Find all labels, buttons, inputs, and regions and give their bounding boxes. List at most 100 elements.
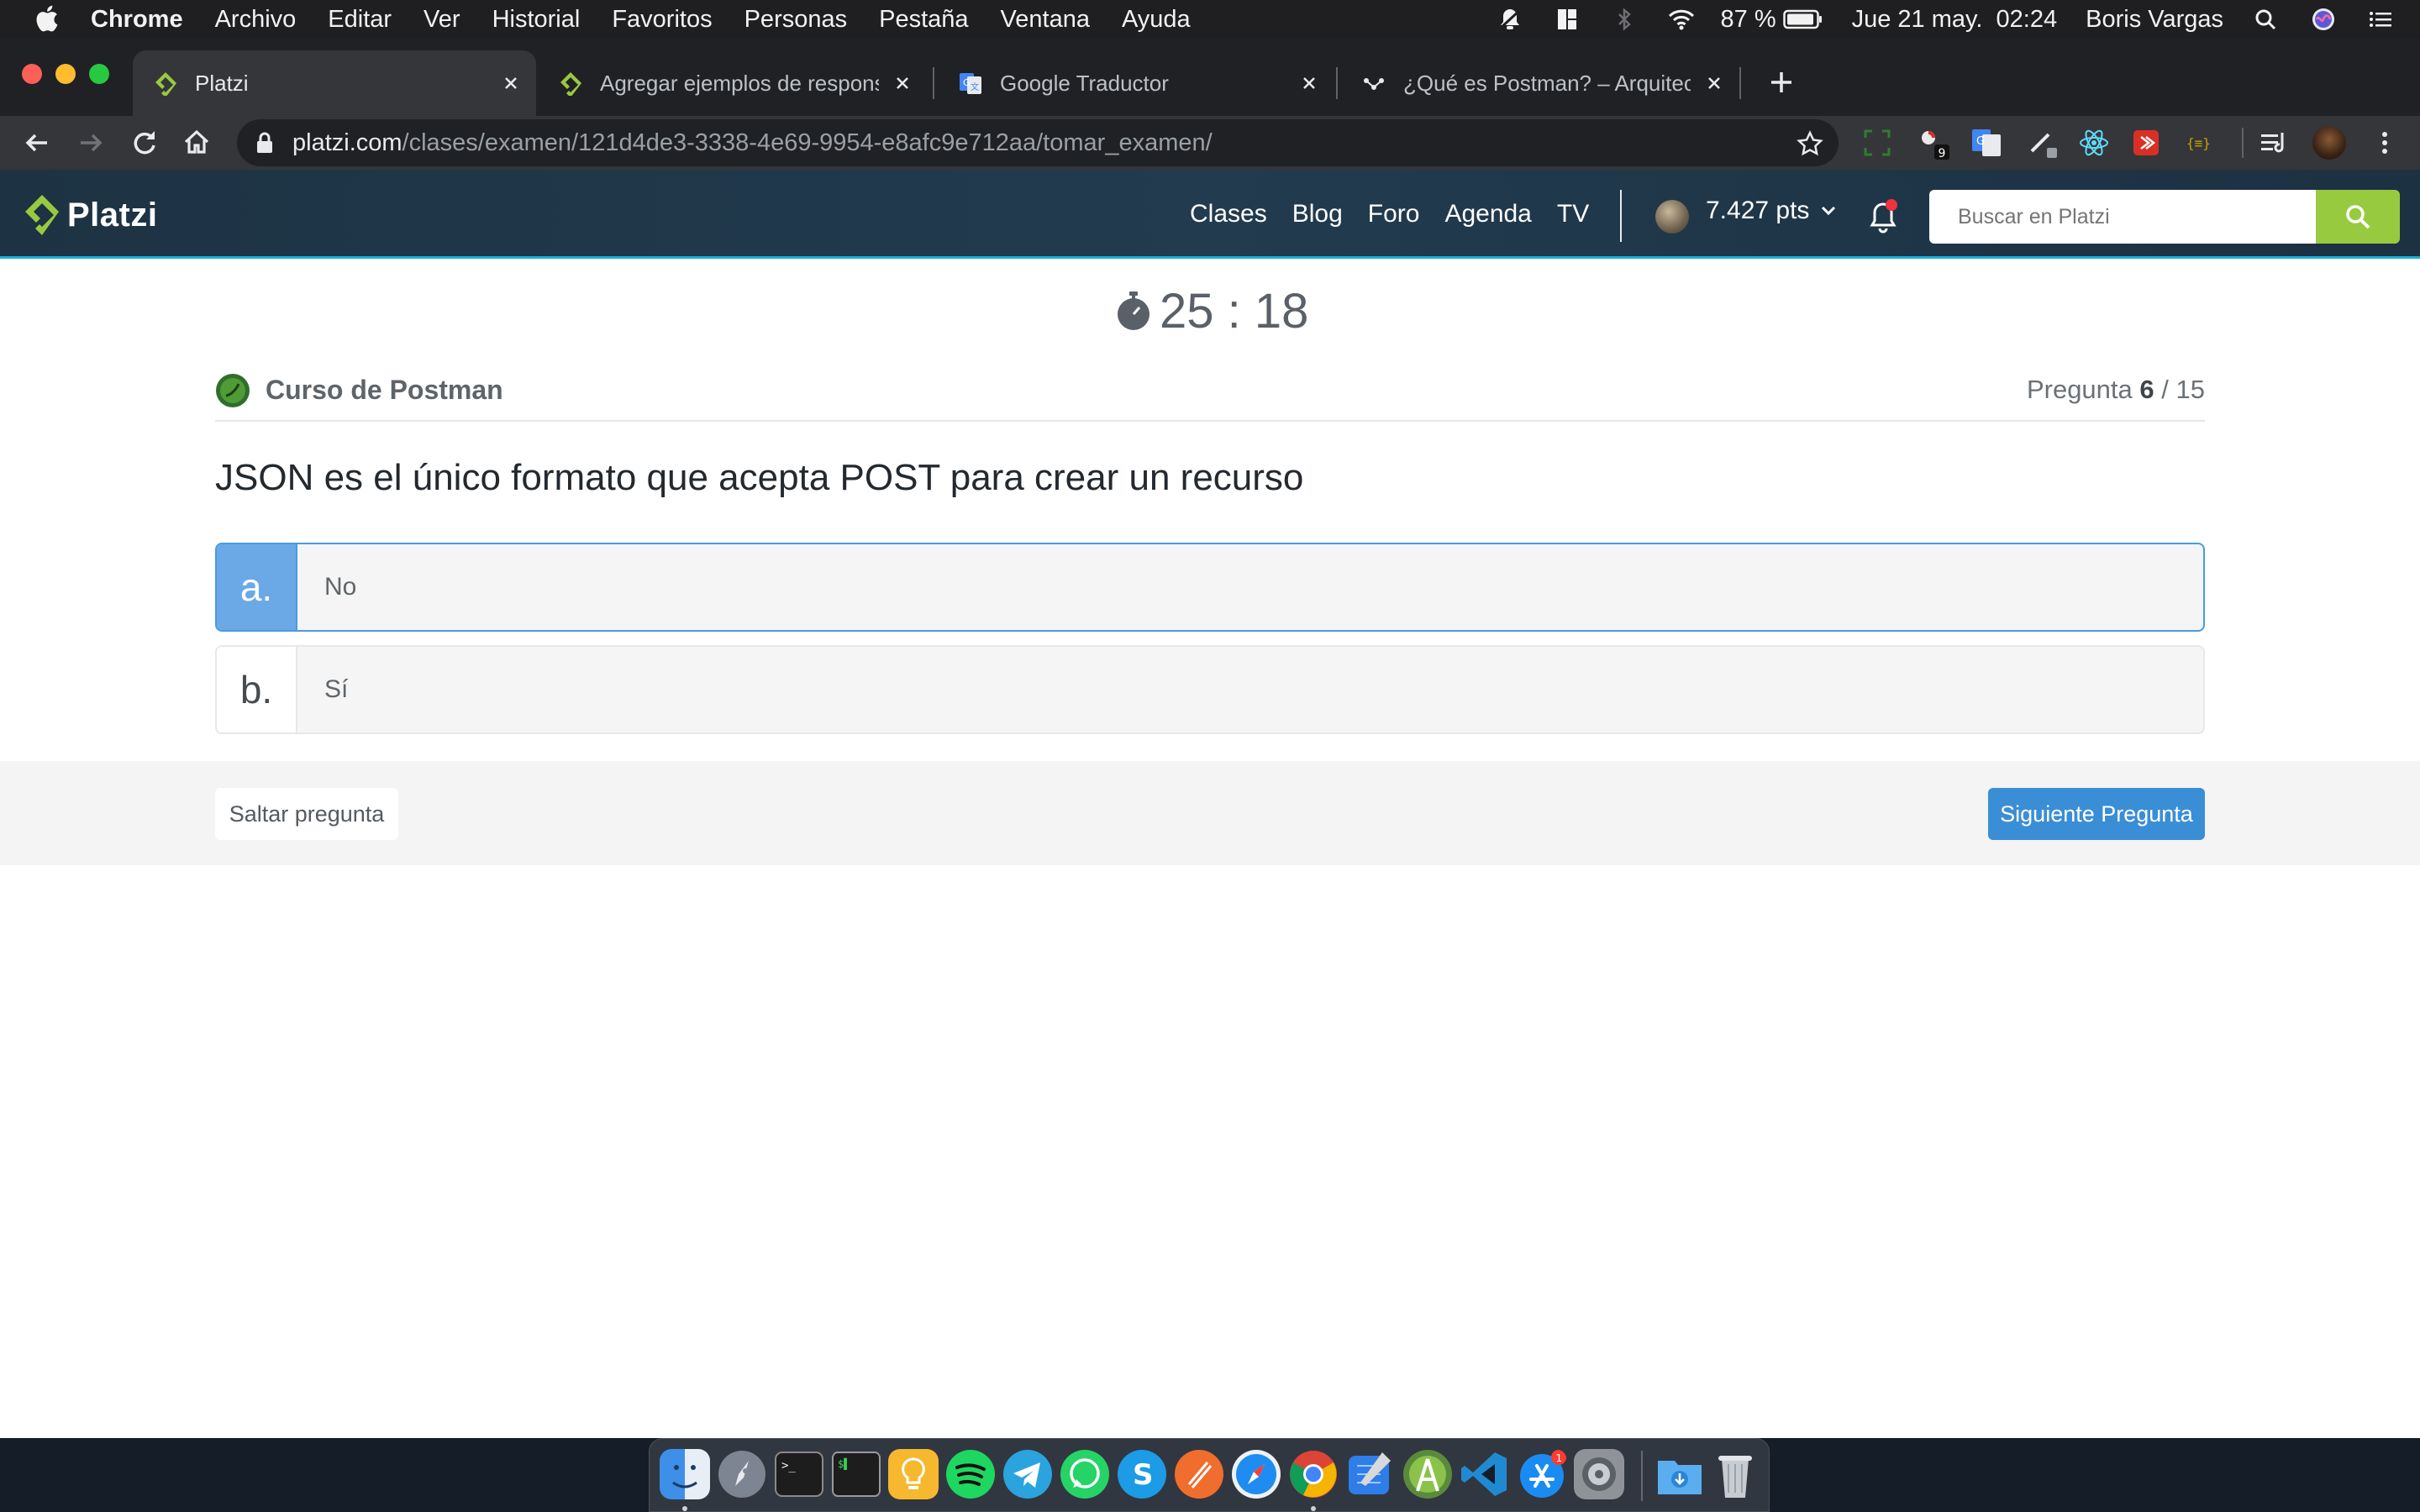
- json-viewer-icon[interactable]: {≡}: [2183, 126, 2217, 160]
- video-extension-icon[interactable]: [2129, 126, 2163, 160]
- svg-text:G: G: [963, 77, 971, 88]
- battery-indicator[interactable]: 87 %: [1721, 6, 1823, 34]
- idea-icon[interactable]: [888, 1449, 939, 1499]
- apple-menu-icon[interactable]: [34, 3, 59, 34]
- siri-icon[interactable]: [2309, 7, 2338, 32]
- app-store-icon[interactable]: 1: [1517, 1449, 1567, 1499]
- downloads-folder-icon[interactable]: [1655, 1449, 1705, 1499]
- vscode-icon[interactable]: [1460, 1449, 1510, 1499]
- home-icon[interactable]: [178, 124, 215, 161]
- notifications-bell-icon[interactable]: [1864, 195, 1902, 237]
- menu-ayuda[interactable]: Ayuda: [1122, 6, 1191, 34]
- close-icon[interactable]: [1297, 71, 1321, 95]
- wifi-icon[interactable]: [1667, 7, 1696, 32]
- tab-agregar-ejemplos[interactable]: Agregar ejemplos de responses: [538, 50, 928, 116]
- profile-avatar[interactable]: [2312, 126, 2346, 160]
- menu-ventana[interactable]: Ventana: [1001, 6, 1090, 34]
- chrome-menu-icon[interactable]: [2368, 126, 2402, 160]
- google-translate-extension-icon[interactable]: G: [1970, 126, 2003, 160]
- nav-blog[interactable]: Blog: [1292, 200, 1343, 228]
- window-minimize-button[interactable]: [55, 64, 76, 84]
- tab-separator: [1739, 67, 1741, 99]
- spotlight-search-icon[interactable]: [2252, 7, 2281, 32]
- menu-favoritos[interactable]: Favoritos: [612, 6, 712, 34]
- nav-foro[interactable]: Foro: [1368, 200, 1420, 228]
- system-preferences-icon[interactable]: [1574, 1449, 1624, 1499]
- chrome-icon[interactable]: [1288, 1449, 1339, 1499]
- launchpad-icon[interactable]: [717, 1449, 767, 1499]
- question-total: / 15: [2161, 375, 2205, 404]
- user-points-dropdown[interactable]: 7.427 pts: [1706, 197, 1838, 225]
- iterm-icon[interactable]: $▌: [831, 1449, 881, 1499]
- address-bar[interactable]: platzi.com /clases/examen/121d4de3-3338-…: [237, 119, 1839, 166]
- next-question-button[interactable]: Siguiente Pregunta: [1988, 788, 2205, 840]
- notifications-off-icon[interactable]: [1496, 7, 1524, 32]
- safari-icon[interactable]: [1231, 1449, 1281, 1499]
- header-divider: [1620, 190, 1622, 242]
- pen-extension-icon[interactable]: [2027, 126, 2060, 160]
- platzi-search-button[interactable]: [2316, 190, 2400, 244]
- menu-pestana[interactable]: Pestaña: [879, 6, 968, 34]
- window-zoom-button[interactable]: [89, 64, 109, 84]
- lock-icon[interactable]: [255, 132, 274, 154]
- tab-que-es-postman[interactable]: ¿Qué es Postman? – Arquitectura: [1341, 50, 1739, 116]
- screenshot-extension-icon[interactable]: [1860, 126, 1894, 160]
- answer-option-b[interactable]: b. Sí: [215, 645, 2205, 734]
- terminal-icon[interactable]: >_: [774, 1449, 824, 1499]
- svg-text:G: G: [1976, 135, 1985, 148]
- platzi-icon: [560, 72, 581, 96]
- platzi-header: Platzi Clases Blog Foro Agenda TV 7.427 …: [0, 170, 2420, 259]
- nav-agenda[interactable]: Agenda: [1444, 200, 1531, 228]
- tab-google-traductor[interactable]: G文 Google Traductor: [938, 50, 1334, 116]
- answer-letter: a.: [217, 544, 297, 630]
- back-arrow-icon[interactable]: [18, 124, 55, 161]
- menu-ver[interactable]: Ver: [424, 6, 460, 34]
- question-counter: Pregunta 6 / 15: [2027, 375, 2205, 405]
- close-icon[interactable]: [891, 71, 914, 95]
- close-icon[interactable]: [1702, 71, 1726, 95]
- trash-icon[interactable]: [1710, 1449, 1760, 1499]
- finder-icon[interactable]: [660, 1449, 710, 1499]
- media-queue-icon[interactable]: [2257, 126, 2291, 160]
- timer-value: 25 : 18: [1160, 283, 1309, 339]
- menu-editar[interactable]: Editar: [328, 6, 392, 34]
- tab-title: Google Traductor: [1000, 70, 1169, 96]
- window-layout-icon[interactable]: [1553, 7, 1581, 32]
- skip-question-button[interactable]: Saltar pregunta: [215, 788, 398, 840]
- search-icon: [2346, 205, 2370, 229]
- spotify-icon[interactable]: [945, 1449, 996, 1499]
- new-tab-plus-icon[interactable]: [1763, 64, 1800, 101]
- control-center-list-icon[interactable]: [2366, 7, 2395, 32]
- forward-arrow-icon[interactable]: [72, 124, 109, 161]
- xcode-icon[interactable]: [1345, 1449, 1396, 1499]
- menubar-clock[interactable]: Jue 21 may. 02:24: [1852, 6, 2058, 34]
- course-name: Curso de Postman: [266, 375, 503, 405]
- reload-icon[interactable]: [126, 124, 163, 161]
- extension-badge-icon[interactable]: 9: [1916, 126, 1949, 160]
- sublime-icon[interactable]: [1174, 1449, 1224, 1499]
- menu-app-name[interactable]: Chrome: [91, 6, 183, 34]
- skype-icon[interactable]: S: [1117, 1449, 1167, 1499]
- platzi-logo[interactable]: Platzi: [22, 192, 157, 239]
- tab-separator: [1336, 67, 1338, 99]
- telegram-icon[interactable]: [1002, 1449, 1053, 1499]
- bookmark-star-icon[interactable]: [1797, 130, 1823, 157]
- close-icon[interactable]: [499, 71, 523, 95]
- nav-clases[interactable]: Clases: [1190, 200, 1267, 228]
- window-close-button[interactable]: [22, 64, 42, 84]
- bluetooth-icon[interactable]: [1610, 7, 1639, 32]
- android-studio-icon[interactable]: [1402, 1449, 1453, 1499]
- menu-personas[interactable]: Personas: [744, 6, 848, 34]
- course-badge-icon: [216, 374, 250, 407]
- whatsapp-icon[interactable]: [1060, 1449, 1110, 1499]
- react-devtools-icon[interactable]: [2077, 126, 2111, 160]
- menu-historial[interactable]: Historial: [492, 6, 581, 34]
- user-avatar[interactable]: [1655, 200, 1689, 234]
- platzi-search-input[interactable]: [1929, 190, 2316, 244]
- menubar-user[interactable]: Boris Vargas: [2086, 6, 2223, 34]
- chevron-down-icon: [1822, 206, 1836, 216]
- answer-option-a[interactable]: a. No: [215, 543, 2205, 632]
- menu-archivo[interactable]: Archivo: [215, 6, 297, 34]
- tab-platzi[interactable]: Platzi: [133, 50, 536, 116]
- nav-tv[interactable]: TV: [1557, 200, 1589, 228]
